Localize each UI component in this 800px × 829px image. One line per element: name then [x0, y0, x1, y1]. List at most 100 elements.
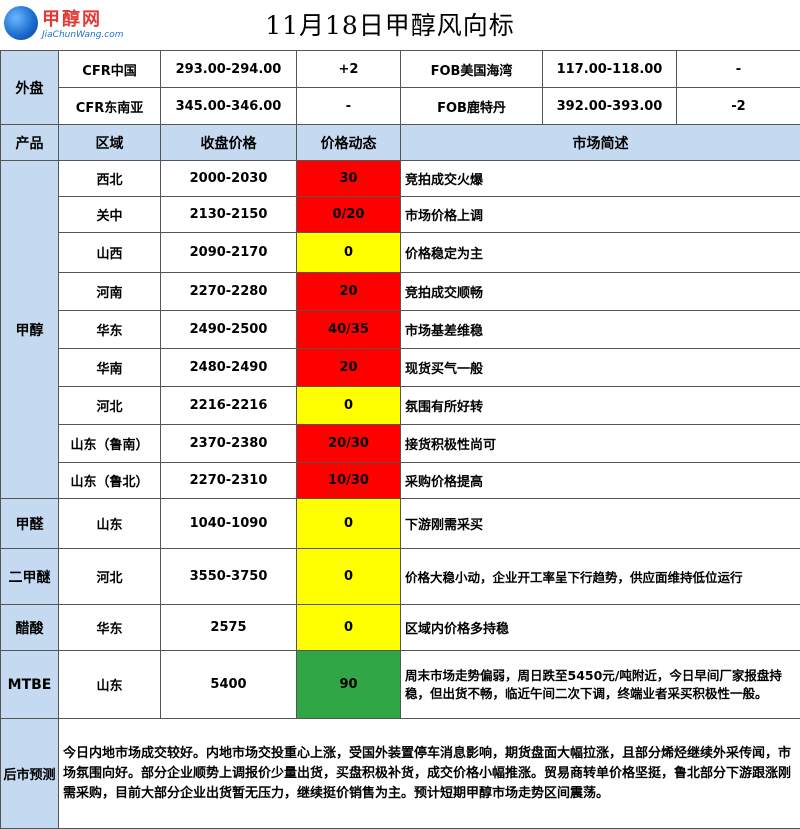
product-name: 甲醛 — [1, 499, 59, 549]
market-summary: 区域内价格多持稳 — [401, 605, 800, 651]
header-market-summary: 市场简述 — [401, 125, 800, 161]
price-change: 20/30 — [297, 425, 401, 463]
table-row: 醋酸 华东 2575 0 区域内价格多持稳 — [1, 605, 800, 651]
foreign-label: 外盘 — [1, 51, 59, 125]
foreign-price: 392.00-393.00 — [543, 88, 677, 125]
close-price: 2575 — [161, 605, 297, 651]
region: 山东 — [59, 651, 161, 719]
price-change: 0 — [297, 387, 401, 425]
market-summary: 市场基差维稳 — [401, 311, 800, 349]
region: 西北 — [59, 161, 161, 197]
region: 山东 — [59, 499, 161, 549]
header-region: 区域 — [59, 125, 161, 161]
foreign-market-name: FOB美国海湾 — [401, 51, 543, 88]
price-change: 20 — [297, 273, 401, 311]
table-row: 山东（鲁南） 2370-2380 20/30 接货积极性尚可 — [1, 425, 800, 463]
foreign-market-name: CFR东南亚 — [59, 88, 161, 125]
table-row: 甲醛 山东 1040-1090 0 下游刚需采买 — [1, 499, 800, 549]
market-summary: 市场价格上调 — [401, 197, 800, 233]
foreign-change: +2 — [297, 51, 401, 88]
market-summary: 氛围有所好转 — [401, 387, 800, 425]
table-row: 华东 2490-2500 40/35 市场基差维稳 — [1, 311, 800, 349]
market-summary: 竞拍成交顺畅 — [401, 273, 800, 311]
foreign-row: 外盘 CFR中国 293.00-294.00 +2 FOB美国海湾 117.00… — [1, 51, 800, 88]
market-summary: 竞拍成交火爆 — [401, 161, 800, 197]
close-price: 2490-2500 — [161, 311, 297, 349]
logo[interactable]: 甲醇网 JiaChunWang.com — [4, 4, 124, 46]
close-price: 5400 — [161, 651, 297, 719]
table-row: 山西 2090-2170 0 价格稳定为主 — [1, 233, 800, 273]
price-change: 0 — [297, 605, 401, 651]
price-change: 40/35 — [297, 311, 401, 349]
price-change: 0 — [297, 499, 401, 549]
region: 华东 — [59, 311, 161, 349]
close-price: 2130-2150 — [161, 197, 297, 233]
price-change: 90 — [297, 651, 401, 719]
region: 山西 — [59, 233, 161, 273]
close-price: 2270-2280 — [161, 273, 297, 311]
foreign-change: - — [677, 51, 800, 88]
close-price: 2370-2380 — [161, 425, 297, 463]
market-summary: 接货积极性尚可 — [401, 425, 800, 463]
table-row: 河北 2216-2216 0 氛围有所好转 — [1, 387, 800, 425]
foreign-market-table: 外盘 CFR中国 293.00-294.00 +2 FOB美国海湾 117.00… — [0, 50, 800, 125]
close-price: 2090-2170 — [161, 233, 297, 273]
table-row: 华南 2480-2490 20 现货买气一般 — [1, 349, 800, 387]
foreign-market-name: FOB鹿特丹 — [401, 88, 543, 125]
header-product: 产品 — [1, 125, 59, 161]
close-price: 3550-3750 — [161, 549, 297, 605]
market-summary: 现货买气一般 — [401, 349, 800, 387]
market-summary: 周末市场走势偏弱，周日跌至5450元/吨附近，今日早间厂家报盘持稳，但出货不畅，… — [401, 651, 800, 719]
market-summary: 价格稳定为主 — [401, 233, 800, 273]
region: 山东（鲁北） — [59, 463, 161, 499]
price-change: 0/20 — [297, 197, 401, 233]
price-change: 30 — [297, 161, 401, 197]
close-price: 1040-1090 — [161, 499, 297, 549]
table-row: 甲醇 西北 2000-2030 30 竞拍成交火爆 — [1, 161, 800, 197]
foreign-price: 345.00-346.00 — [161, 88, 297, 125]
table-row: MTBE 山东 5400 90 周末市场走势偏弱，周日跌至5450元/吨附近，今… — [1, 651, 800, 719]
table-row: 山东（鲁北） 2270-2310 10/30 采购价格提高 — [1, 463, 800, 499]
table-row: 二甲醚 河北 3550-3750 0 价格大稳小动，企业开工率呈下行趋势，供应面… — [1, 549, 800, 605]
close-price: 2480-2490 — [161, 349, 297, 387]
table-row: 河南 2270-2280 20 竞拍成交顺畅 — [1, 273, 800, 311]
close-price: 2270-2310 — [161, 463, 297, 499]
close-price: 2000-2030 — [161, 161, 297, 197]
table-header-row: 产品 区域 收盘价格 价格动态 市场简述 — [1, 125, 800, 161]
close-price: 2216-2216 — [161, 387, 297, 425]
price-change: 0 — [297, 549, 401, 605]
logo-brand: 甲醇网 — [42, 5, 102, 31]
forecast-label: 后市预测 — [1, 719, 59, 829]
product-name: 二甲醚 — [1, 549, 59, 605]
domestic-market-table: 产品 区域 收盘价格 价格动态 市场简述 甲醇 西北 2000-2030 30 … — [0, 124, 800, 829]
product-name: MTBE — [1, 651, 59, 719]
region: 华南 — [59, 349, 161, 387]
forecast-row: 后市预测 今日内地市场成交较好。内地市场交投重心上涨，受国外装置停车消息影响，期… — [1, 719, 800, 829]
header-price-change: 价格动态 — [297, 125, 401, 161]
price-change: 10/30 — [297, 463, 401, 499]
region: 河南 — [59, 273, 161, 311]
foreign-price: 293.00-294.00 — [161, 51, 297, 88]
foreign-change: -2 — [677, 88, 800, 125]
price-change: 20 — [297, 349, 401, 387]
page: 甲醇网 JiaChunWang.com 11月18日甲醇风向标 外盘 CFR中国… — [0, 0, 800, 825]
logo-url: JiaChunWang.com — [42, 30, 124, 40]
header: 甲醇网 JiaChunWang.com 11月18日甲醇风向标 — [0, 0, 800, 51]
forecast-text: 今日内地市场成交较好。内地市场交投重心上涨，受国外装置停车消息影响，期货盘面大幅… — [59, 719, 800, 829]
foreign-price: 117.00-118.00 — [543, 51, 677, 88]
header-close-price: 收盘价格 — [161, 125, 297, 161]
price-change: 0 — [297, 233, 401, 273]
page-title: 11月18日甲醇风向标 — [130, 6, 650, 42]
market-summary: 价格大稳小动，企业开工率呈下行趋势，供应面维持低位运行 — [401, 549, 800, 605]
market-summary: 采购价格提高 — [401, 463, 800, 499]
globe-icon — [4, 6, 38, 40]
region: 华东 — [59, 605, 161, 651]
table-row: 关中 2130-2150 0/20 市场价格上调 — [1, 197, 800, 233]
region: 河北 — [59, 387, 161, 425]
foreign-market-name: CFR中国 — [59, 51, 161, 88]
foreign-change: - — [297, 88, 401, 125]
region: 关中 — [59, 197, 161, 233]
foreign-row: CFR东南亚 345.00-346.00 - FOB鹿特丹 392.00-393… — [1, 88, 800, 125]
product-name: 醋酸 — [1, 605, 59, 651]
market-summary: 下游刚需采买 — [401, 499, 800, 549]
